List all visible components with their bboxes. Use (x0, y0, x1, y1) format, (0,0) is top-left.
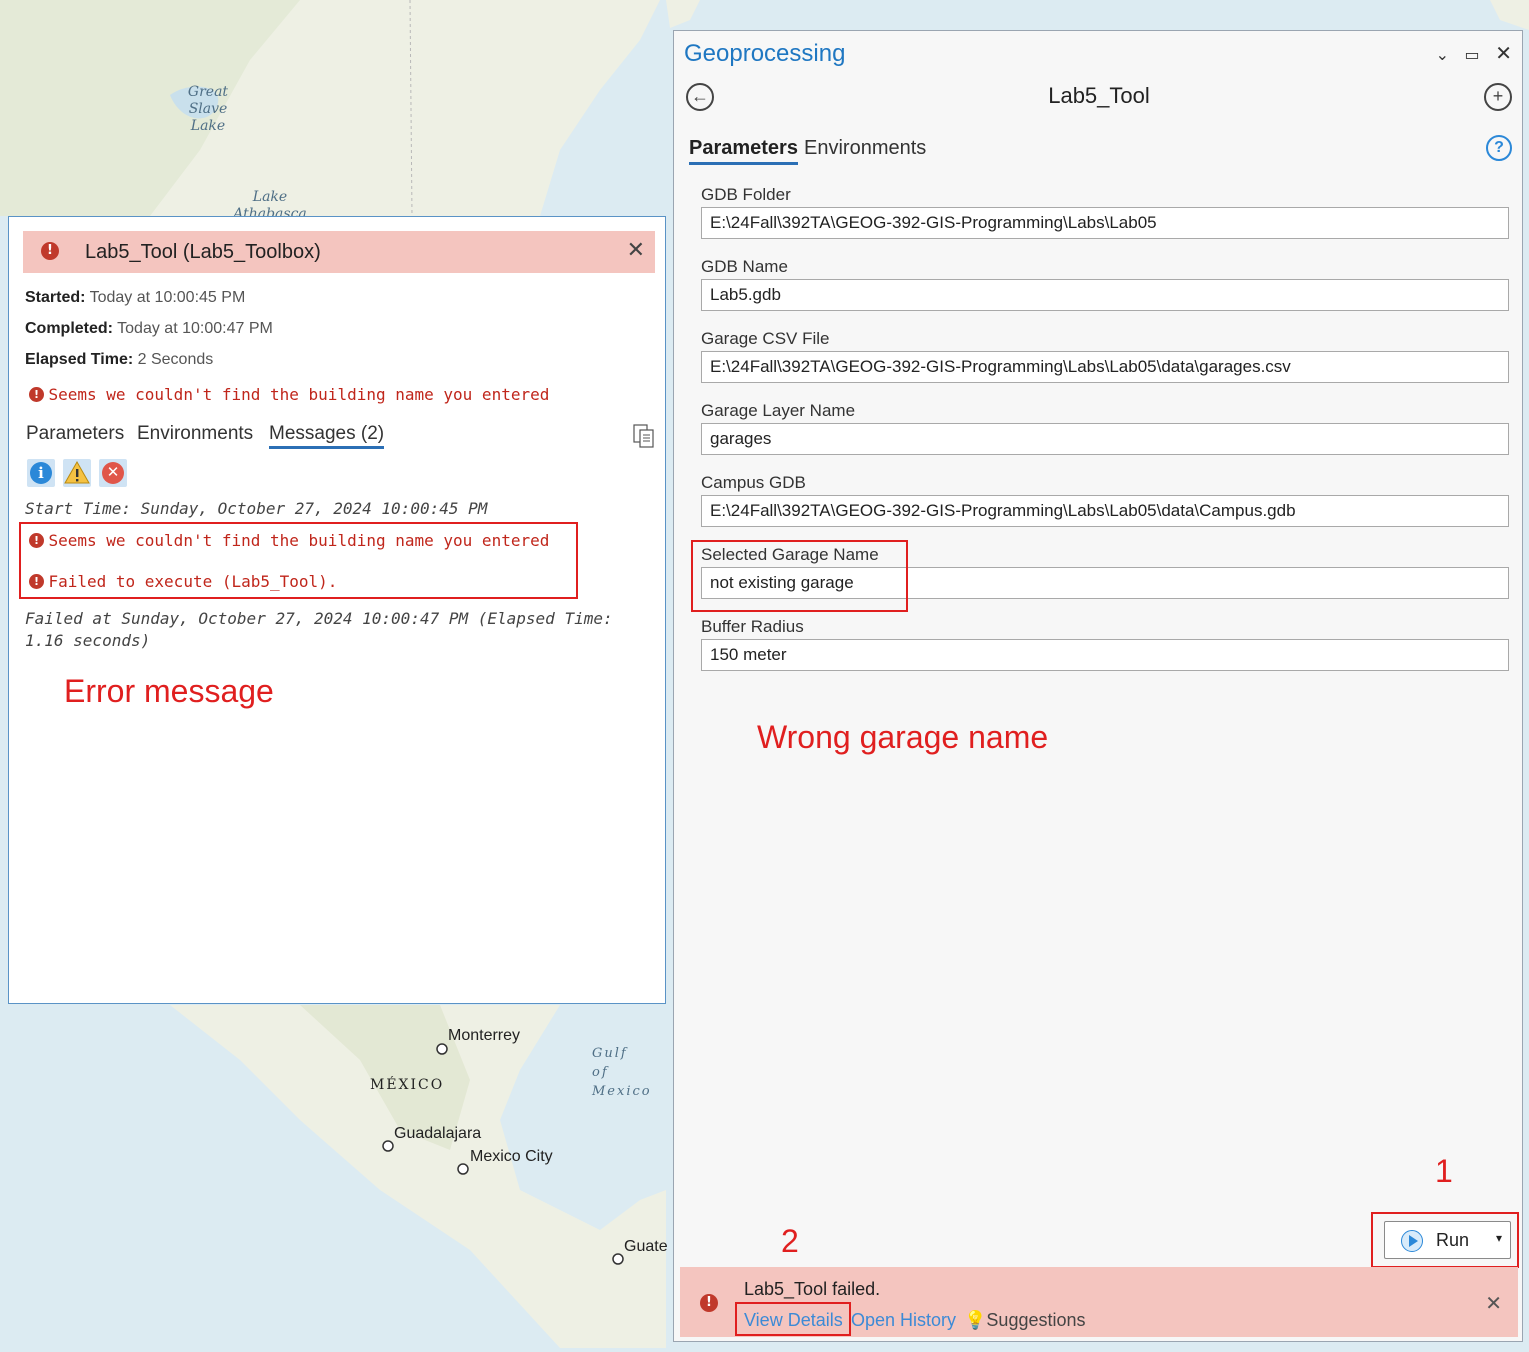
map-label-gulf-of-mexico: Gulf of Mexico (592, 1046, 652, 1099)
gdb-name-input[interactable]: Lab5.gdb (701, 279, 1509, 311)
annotation-error-message: Error message (64, 673, 274, 709)
error-icon: ! (41, 242, 59, 260)
failure-message: Lab5_Tool failed. (744, 1279, 881, 1299)
param-label-buffer-radius: Buffer Radius (701, 617, 804, 636)
completed-label: Completed: (25, 320, 113, 337)
tab-parameters[interactable]: Parameters (26, 423, 124, 445)
geoprocessing-pane: Geoprocessing ⌄ ▭ ✕ ← Lab5_Tool + Parame… (673, 30, 1523, 1342)
error-summary-text: Seems we couldn't find the building name… (48, 385, 550, 404)
tab-messages[interactable]: Messages (2) (269, 423, 385, 449)
details-header: ! Lab5_Tool (Lab5_Toolbox) ✕ (23, 231, 655, 273)
info-icon: i (30, 462, 52, 484)
tool-details-popup: ! Lab5_Tool (Lab5_Toolbox) ✕ Started: To… (8, 216, 666, 1004)
error-icon: ! (700, 1294, 718, 1312)
maximize-icon[interactable]: ▭ (1465, 47, 1480, 64)
chevron-down-icon[interactable]: ⌄ (1436, 47, 1449, 64)
garage-csv-input[interactable]: E:\24Fall\392TA\GEOG-392-GIS-Programming… (701, 351, 1509, 383)
failed-message-line-1: Failed at Sunday, October 27, 2024 10:00… (25, 609, 613, 628)
error-icon: ! (29, 387, 44, 402)
error-x-icon: ✕ (102, 462, 124, 484)
started-value: Today at 10:00:45 PM (89, 289, 246, 306)
map-label-great-slave-lake: Great Slave Lake (187, 84, 229, 134)
completed-value: Today at 10:00:47 PM (117, 320, 273, 337)
close-icon[interactable]: ✕ (627, 237, 645, 263)
close-icon[interactable]: ✕ (1495, 43, 1512, 65)
map-label-guatemala: Guate (624, 1238, 668, 1255)
annotation-box-garage-name (691, 540, 908, 612)
details-title: Lab5_Tool (Lab5_Toolbox) (85, 241, 321, 263)
elapsed-value: 2 Seconds (137, 351, 214, 368)
tab-parameters[interactable]: Parameters (689, 137, 798, 165)
started-label: Started: (25, 289, 86, 306)
started-row: Started: Today at 10:00:45 PM (25, 289, 245, 307)
warning-filter-button[interactable] (63, 459, 91, 487)
completed-row: Completed: Today at 10:00:47 PM (25, 320, 273, 338)
param-label-garage-csv: Garage CSV File (701, 329, 830, 348)
open-history-link[interactable]: Open History (851, 1310, 956, 1331)
map-label-mexico: MÉXICO (370, 1077, 445, 1093)
gdb-folder-input[interactable]: E:\24Fall\392TA\GEOG-392-GIS-Programming… (701, 207, 1509, 239)
param-label-campus-gdb: Campus GDB (701, 473, 806, 492)
pane-title: Geoprocessing (684, 40, 846, 67)
annotation-box-run (1371, 1212, 1519, 1268)
buffer-radius-input[interactable]: 150 meter (701, 639, 1509, 671)
lightbulb-icon: 💡 (964, 1310, 987, 1330)
elapsed-row: Elapsed Time: 2 Seconds (25, 351, 213, 369)
pane-controls: ⌄ ▭ ✕ (1426, 41, 1512, 66)
annotation-box-messages (19, 522, 578, 599)
tab-environments[interactable]: Environments (804, 137, 926, 160)
annotation-wrong-garage-name: Wrong garage name (757, 719, 1049, 755)
annotation-box-view-details (735, 1302, 851, 1336)
info-filter-button[interactable]: i (27, 459, 55, 487)
map-label-monterrey: Monterrey (448, 1027, 521, 1044)
copy-icon[interactable] (633, 424, 654, 448)
annotation-step-1: 1 (1435, 1153, 1453, 1189)
city-marker-guatemala (612, 1253, 624, 1265)
param-label-gdb-folder: GDB Folder (701, 185, 791, 204)
warning-icon (64, 460, 90, 484)
param-label-garage-layer: Garage Layer Name (701, 401, 856, 420)
map-label-mexico-city: Mexico City (470, 1148, 553, 1165)
tool-name: Lab5_Tool (1048, 83, 1150, 108)
city-marker-guadalajara (382, 1140, 394, 1152)
start-time-message: Start Time: Sunday, October 27, 2024 10:… (25, 499, 488, 518)
elapsed-label: Elapsed Time: (25, 351, 134, 368)
city-marker-mexico-city (457, 1163, 469, 1175)
error-filter-button[interactable]: ✕ (99, 459, 127, 487)
param-label-gdb-name: GDB Name (701, 257, 788, 276)
close-icon[interactable]: ✕ (1485, 1291, 1502, 1316)
error-summary: ! Seems we couldn't find the building na… (29, 385, 549, 404)
garage-layer-input[interactable]: garages (701, 423, 1509, 455)
annotation-step-2: 2 (781, 1223, 799, 1259)
add-icon[interactable]: + (1484, 83, 1512, 111)
help-icon[interactable]: ? (1486, 135, 1512, 161)
city-marker-monterrey (436, 1043, 448, 1055)
map-label-guadalajara: Guadalajara (394, 1125, 482, 1142)
failed-message-line-2: 1.16 seconds) (25, 631, 151, 650)
suggestions-link[interactable]: 💡Suggestions (964, 1310, 1086, 1331)
suggestions-label: Suggestions (986, 1310, 1086, 1330)
tab-environments[interactable]: Environments (137, 423, 253, 445)
campus-gdb-input[interactable]: E:\24Fall\392TA\GEOG-392-GIS-Programming… (701, 495, 1509, 527)
